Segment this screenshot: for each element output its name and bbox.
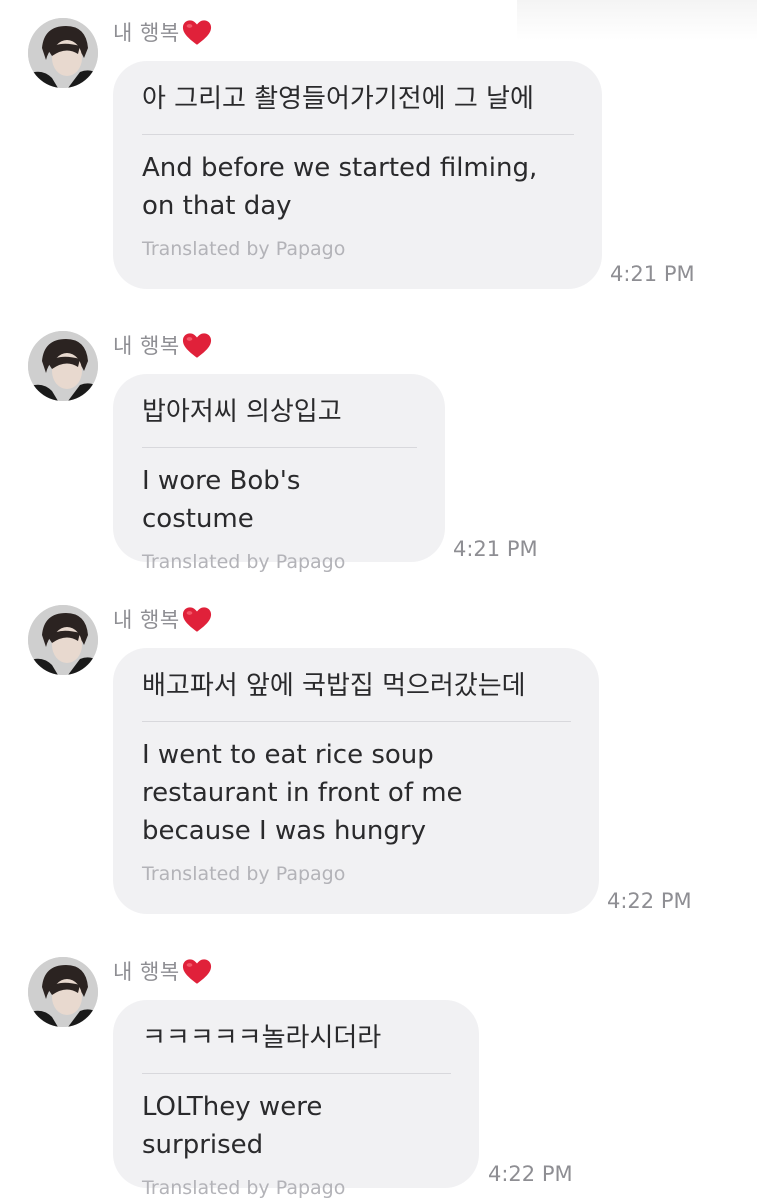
message-bubble[interactable]: 배고파서 앞에 국밥집 먹으러갔는데 I went to eat rice so… [113, 648, 599, 914]
heart-icon [182, 19, 211, 45]
heart-icon [182, 606, 211, 632]
sender-name: 내 행복 [113, 608, 180, 632]
sender-label: 내 행복 [113, 957, 212, 985]
avatar[interactable] [28, 18, 98, 88]
translation-divider [142, 721, 571, 722]
translated-text: I wore Bob's costume [142, 466, 301, 534]
message-bubble[interactable]: ㅋㅋㅋㅋㅋ놀라시더라 LOLThey were surprised Transl… [113, 1000, 479, 1199]
translation-credit: Translated by Papago [142, 238, 346, 260]
sender-label: 내 행복 [113, 331, 212, 359]
avatar[interactable] [28, 957, 98, 1027]
translation-divider [142, 447, 417, 448]
sender-name: 내 행복 [113, 21, 180, 45]
original-text: 배고파서 앞에 국밥집 먹으러갔는데 [142, 671, 526, 701]
translated-text: I went to eat rice soup restaurant in fr… [142, 740, 463, 846]
avatar-image [28, 605, 98, 675]
top-shadow [517, 0, 757, 40]
translated-text: And before we started filming, on that d… [142, 153, 538, 221]
translated-text: LOLThey were surprised [142, 1092, 323, 1160]
timestamp: 4:22 PM [607, 889, 692, 913]
chat-thread[interactable]: 내 행복 아 그리고 촬영들어가기전에 그 날에 And before we s… [0, 0, 757, 1200]
timestamp: 4:21 PM [610, 262, 695, 286]
message-bubble[interactable]: 아 그리고 촬영들어가기전에 그 날에 And before we starte… [113, 61, 602, 289]
sender-label: 내 행복 [113, 605, 212, 633]
avatar-image [28, 957, 98, 1027]
original-text: ㅋㅋㅋㅋㅋ놀라시더라 [142, 1023, 382, 1053]
translation-divider [142, 134, 574, 135]
avatar-image [28, 331, 98, 401]
translation-credit: Translated by Papago [142, 551, 346, 573]
avatar[interactable] [28, 605, 98, 675]
avatar-image [28, 18, 98, 88]
original-text: 아 그리고 촬영들어가기전에 그 날에 [142, 84, 534, 114]
sender-name: 내 행복 [113, 334, 180, 358]
translation-credit: Translated by Papago [142, 863, 346, 885]
heart-icon [182, 958, 211, 984]
translation-credit: Translated by Papago [142, 1177, 346, 1199]
timestamp: 4:22 PM [488, 1162, 573, 1186]
timestamp: 4:21 PM [453, 537, 538, 561]
translation-divider [142, 1073, 451, 1074]
avatar[interactable] [28, 331, 98, 401]
message-bubble[interactable]: 밥아저씨 의상입고 I wore Bob's costume Translate… [113, 374, 445, 573]
original-text: 밥아저씨 의상입고 [142, 397, 342, 427]
sender-label: 내 행복 [113, 18, 212, 46]
heart-icon [182, 332, 211, 358]
sender-name: 내 행복 [113, 960, 180, 984]
